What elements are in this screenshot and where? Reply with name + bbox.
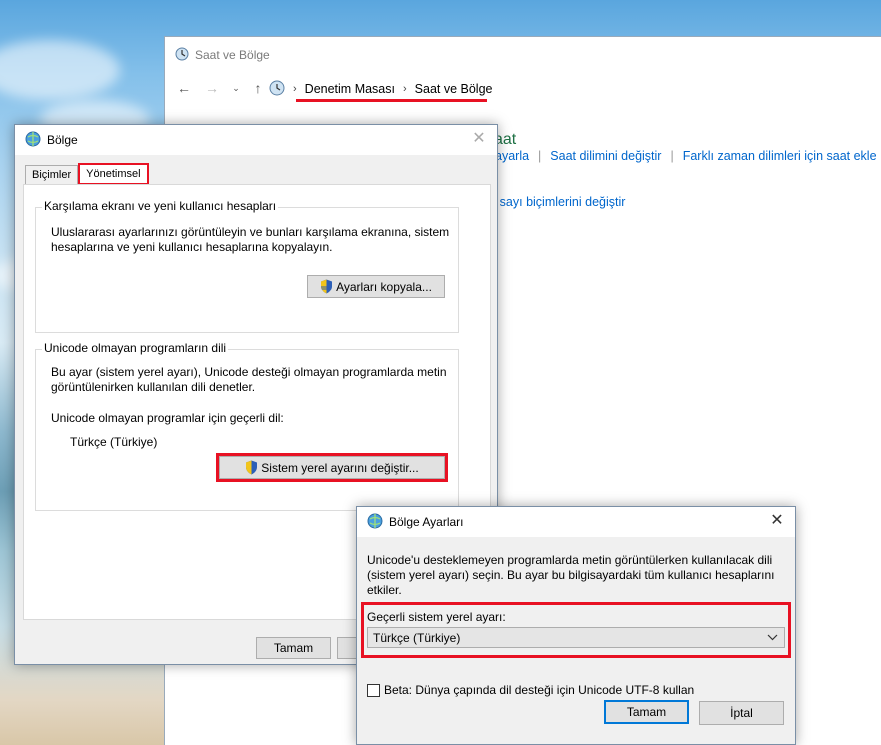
link-set-time[interactable]: ayarla bbox=[495, 149, 529, 163]
recent-pages-chevron-icon[interactable]: ⌄ bbox=[227, 79, 245, 97]
region-settings-description: Unicode'u desteklemeyen programlarda met… bbox=[367, 553, 775, 597]
region-ok-button[interactable]: Tamam bbox=[256, 637, 331, 659]
clock-globe-icon bbox=[175, 47, 189, 64]
welcome-screen-legend: Karşılama ekranı ve yeni kullanıcı hesap… bbox=[42, 199, 279, 213]
system-locale-select[interactable]: Türkçe (Türkiye) bbox=[367, 627, 785, 648]
breadcrumb-clock-region[interactable]: Saat ve Bölge bbox=[415, 82, 493, 96]
beta-utf8-checkbox[interactable] bbox=[367, 684, 380, 697]
control-panel-titlebar: Saat ve Bölge bbox=[175, 45, 270, 65]
up-arrow-icon[interactable]: ↑ bbox=[249, 79, 267, 97]
change-system-locale-button[interactable]: Sistem yerel ayarını değiştir... bbox=[216, 453, 448, 482]
region-settings-body: Unicode'u desteklemeyen programlarda met… bbox=[357, 537, 795, 744]
link-change-timezone[interactable]: Saat dilimini değiştir bbox=[550, 149, 661, 163]
welcome-screen-group: Karşılama ekranı ve yeni kullanıcı hesap… bbox=[35, 199, 459, 333]
region-settings-ok-button[interactable]: Tamam bbox=[604, 700, 689, 724]
link-add-clocks[interactable]: Farklı zaman dilimleri için saat ekle bbox=[683, 149, 877, 163]
globe-icon bbox=[367, 513, 383, 532]
uac-shield-icon bbox=[320, 279, 333, 294]
close-icon[interactable]: ✕ bbox=[471, 131, 487, 147]
close-icon[interactable]: ✕ bbox=[769, 513, 785, 529]
region-settings-cancel-button[interactable]: İptal bbox=[699, 701, 784, 725]
change-system-locale-label: Sistem yerel ayarını değiştir... bbox=[261, 460, 419, 475]
current-language-value: Türkçe (Türkiye) bbox=[70, 435, 158, 449]
non-unicode-group: Unicode olmayan programların dili Bu aya… bbox=[35, 341, 459, 511]
forward-arrow-icon[interactable]: → bbox=[203, 79, 221, 97]
welcome-screen-description: Uluslararası ayarlarınızı görüntüleyin v… bbox=[51, 225, 450, 254]
navigation-bar: ← → ⌄ ↑ › Denetim Masası › Saat ve Bölge bbox=[165, 75, 881, 103]
current-language-label: Unicode olmayan programlar için geçerli … bbox=[51, 411, 284, 425]
region-settings-title: Bölge Ayarları bbox=[389, 515, 464, 529]
breadcrumb-highlight bbox=[296, 99, 487, 102]
system-locale-value: Türkçe (Türkiye) bbox=[373, 630, 461, 645]
region-dialog-titlebar: Bölge ✕ bbox=[15, 125, 497, 155]
copy-settings-button[interactable]: Ayarları kopyala... bbox=[307, 275, 445, 298]
control-panel-title: Saat ve Bölge bbox=[195, 48, 270, 62]
breadcrumb-separator-icon: › bbox=[293, 83, 297, 95]
tab-formats[interactable]: Biçimler bbox=[25, 165, 79, 185]
region-tabs: Biçimler Yönetimsel bbox=[25, 163, 149, 185]
region-dialog-title: Bölge bbox=[47, 133, 78, 147]
breadcrumb-control-panel[interactable]: Denetim Masası bbox=[305, 82, 395, 96]
region-settings-dialog: Bölge Ayarları ✕ Unicode'u desteklemeyen… bbox=[356, 506, 796, 745]
chevron-down-icon bbox=[767, 631, 778, 646]
breadcrumb-separator-icon: › bbox=[402, 83, 407, 95]
beta-utf8-label: Beta: Dünya çapında dil desteği için Uni… bbox=[384, 683, 695, 697]
link-change-number-formats[interactable]: ya sayı biçimlerini değiştir bbox=[483, 195, 625, 209]
clock-links: ayarla | Saat dilimini değiştir | Farklı… bbox=[495, 149, 877, 163]
region-settings-titlebar: Bölge Ayarları ✕ bbox=[357, 507, 795, 537]
address-bar-icon bbox=[269, 80, 285, 99]
non-unicode-description: Bu ayar (sistem yerel ayarı), Unicode de… bbox=[51, 365, 447, 394]
globe-icon bbox=[25, 131, 41, 150]
copy-settings-label: Ayarları kopyala... bbox=[336, 279, 432, 294]
back-arrow-icon[interactable]: ← bbox=[175, 79, 193, 97]
tab-administrative[interactable]: Yönetimsel bbox=[78, 163, 149, 185]
non-unicode-legend: Unicode olmayan programların dili bbox=[42, 341, 229, 355]
breadcrumb: › Denetim Masası › Saat ve Bölge bbox=[269, 78, 493, 100]
system-locale-label: Geçerli sistem yerel ayarı: bbox=[367, 610, 506, 624]
uac-shield-icon bbox=[245, 460, 258, 475]
